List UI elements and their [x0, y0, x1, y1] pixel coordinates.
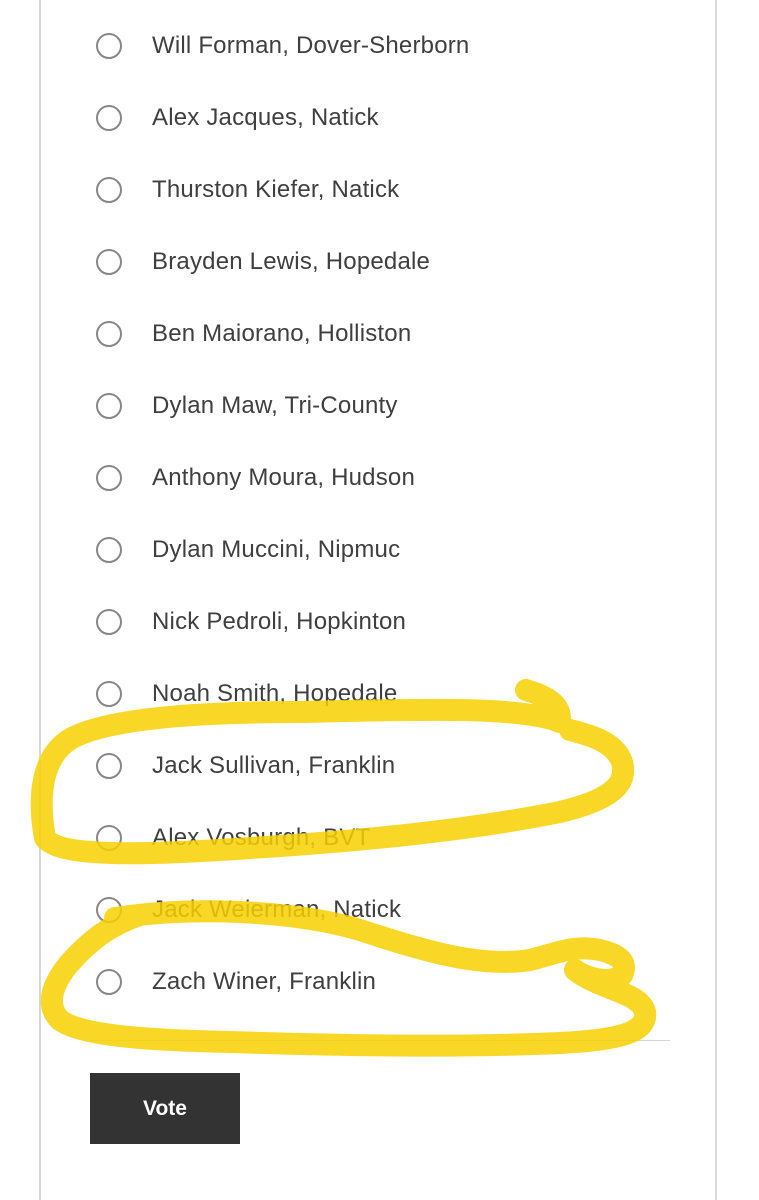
poll-option[interactable]: Nick Pedroli, Hopkinton: [92, 602, 652, 642]
radio-button[interactable]: [96, 321, 122, 347]
poll-option[interactable]: Alex Jacques, Natick: [92, 98, 652, 138]
poll-option[interactable]: Jack Sullivan, Franklin: [92, 746, 652, 786]
radio-button[interactable]: [96, 897, 122, 923]
option-label: Jack Sullivan, Franklin: [152, 752, 396, 779]
radio-button[interactable]: [96, 969, 122, 995]
option-label: Alex Vosburgh, BVT: [152, 824, 371, 851]
poll-option[interactable]: Ben Maiorano, Holliston: [92, 314, 652, 354]
option-label: Will Forman, Dover-Sherborn: [152, 32, 470, 59]
option-label: Anthony Moura, Hudson: [152, 464, 416, 491]
radio-button[interactable]: [96, 177, 122, 203]
poll-option[interactable]: Jack Weierman, Natick: [92, 890, 652, 930]
option-label: Nick Pedroli, Hopkinton: [152, 608, 407, 635]
option-label: Dylan Muccini, Nipmuc: [152, 536, 401, 563]
option-label: Brayden Lewis, Hopedale: [152, 248, 431, 275]
radio-button[interactable]: [96, 681, 122, 707]
radio-button[interactable]: [96, 609, 122, 635]
option-label: Jack Weierman, Natick: [152, 896, 402, 923]
poll-option[interactable]: Thurston Kiefer, Natick: [92, 170, 652, 210]
radio-button[interactable]: [96, 105, 122, 131]
radio-button[interactable]: [96, 249, 122, 275]
radio-button[interactable]: [96, 825, 122, 851]
poll-option[interactable]: Zach Winer, Franklin: [92, 962, 652, 1002]
poll-option[interactable]: Dylan Maw, Tri-County: [92, 386, 652, 426]
option-label: Thurston Kiefer, Natick: [152, 176, 400, 203]
radio-button[interactable]: [96, 393, 122, 419]
radio-button[interactable]: [96, 537, 122, 563]
poll-page: Will Forman, Dover-Sherborn Alex Jacques…: [0, 0, 759, 1200]
radio-button[interactable]: [96, 753, 122, 779]
option-label: Noah Smith, Hopedale: [152, 680, 398, 707]
radio-button[interactable]: [96, 33, 122, 59]
poll-option[interactable]: Anthony Moura, Hudson: [92, 458, 652, 498]
divider: [90, 1040, 670, 1041]
option-label: Ben Maiorano, Holliston: [152, 320, 412, 347]
option-label: Alex Jacques, Natick: [152, 104, 379, 131]
poll-option[interactable]: Will Forman, Dover-Sherborn: [92, 26, 652, 66]
poll-option[interactable]: Dylan Muccini, Nipmuc: [92, 530, 652, 570]
radio-button[interactable]: [96, 465, 122, 491]
option-label: Zach Winer, Franklin: [152, 968, 377, 995]
poll-option[interactable]: Alex Vosburgh, BVT: [92, 818, 652, 858]
poll-option[interactable]: Noah Smith, Hopedale: [92, 674, 652, 714]
option-label: Dylan Maw, Tri-County: [152, 392, 398, 419]
vote-button[interactable]: Vote: [90, 1073, 240, 1144]
poll-option[interactable]: Brayden Lewis, Hopedale: [92, 242, 652, 282]
